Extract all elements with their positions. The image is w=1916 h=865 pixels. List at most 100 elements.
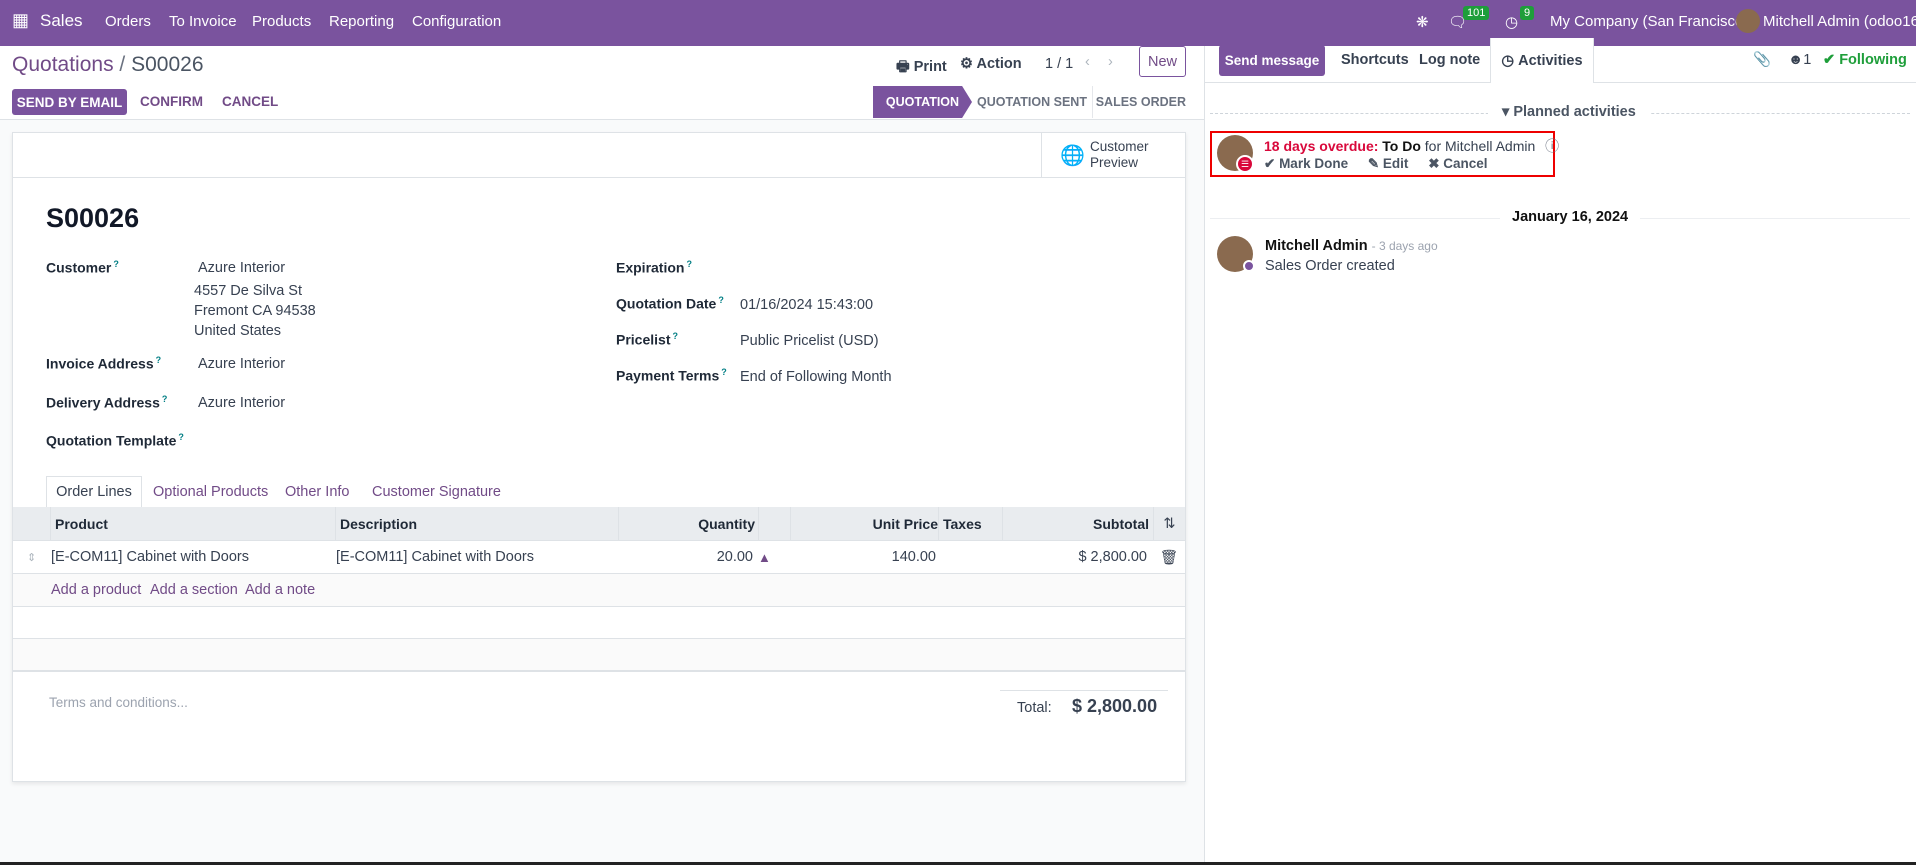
activities-button[interactable]: ◷ Activities [1490,38,1594,83]
attachment-icon[interactable]: 📎 [1753,51,1771,68]
user-menu[interactable]: Mitchell Admin (odoo16) [1763,13,1916,30]
gear-icon: ⚙ [960,56,973,72]
confirm-button[interactable]: CONFIRM [140,94,203,109]
debug-icon[interactable]: ❋ [1416,13,1429,31]
invoice-address-field[interactable]: Azure Interior [198,356,285,372]
add-section-link[interactable]: Add a section [150,574,238,606]
total-label: Total: [1017,700,1052,716]
print-button[interactable]: 🖶 Print [896,56,947,81]
col-description[interactable]: Description [335,507,618,540]
tab-customer-signature[interactable]: Customer Signature [372,484,501,500]
app-name[interactable]: Sales [40,11,83,31]
pager-value[interactable]: 1 / 1 [1045,56,1073,72]
cancel-activity-button[interactable]: ✖ Cancel [1428,156,1487,171]
customer-field[interactable]: Azure Interior [198,260,285,276]
delivery-address-label: Delivery Address? [46,394,168,411]
payment-terms-field[interactable]: End of Following Month [740,369,892,385]
planned-activities-label: Planned activities [1513,104,1636,120]
customer-preview-button[interactable]: 🌐 Customer Preview [1041,133,1187,178]
quotation-template-field[interactable] [198,429,578,451]
total-amount: $ 2,800.00 [1072,696,1158,716]
terms-conditions-input[interactable]: Terms and conditions... [49,695,188,710]
stage-quotation-sent[interactable]: QUOTATION SENT [972,86,1093,118]
menu-configuration[interactable]: Configuration [412,13,501,30]
optional-columns-icon[interactable]: ⇅ [1153,507,1185,540]
forecast-chart-icon[interactable]: ▲ [758,541,771,573]
globe-icon: 🌐 [1060,145,1085,167]
tab-optional-products[interactable]: Optional Products [153,484,268,500]
company-switcher[interactable]: My Company (San Francisco) [1550,13,1748,30]
col-quantity[interactable]: Quantity [618,507,755,540]
message-time: - 3 days ago [1371,239,1438,253]
expiration-label: Expiration? [616,259,692,276]
stage-sales-order[interactable]: SALES ORDER [1093,86,1186,118]
delivery-address-field[interactable]: Azure Interior [198,395,285,411]
order-lines-header: Product Description Quantity Unit Price … [13,507,1185,541]
customer-label: Customer? [46,259,119,276]
pager-next-icon[interactable]: › [1108,54,1113,70]
button-box [13,133,1185,178]
send-message-button[interactable]: Send message [1219,45,1325,76]
clock-icon: ◷ [1501,52,1515,69]
address-line: 4557 De Silva St [194,283,303,299]
cancel-button[interactable]: CANCEL [222,94,278,109]
tab-order-lines[interactable]: Order Lines [46,476,142,508]
online-status-icon [1243,260,1255,272]
followers-button[interactable]: ☻1 [1788,52,1811,68]
quotation-date-field[interactable]: 01/16/2024 15:43:00 [740,297,873,313]
following-button[interactable]: ✔ Following [1823,52,1907,68]
customer-preview-label-2: Preview [1090,155,1139,170]
mark-done-button[interactable]: ✔ Mark Done [1264,156,1348,171]
log-note-button[interactable]: Log note [1419,52,1480,68]
new-button[interactable]: New [1139,46,1186,77]
row-product[interactable]: [E-COM11] Cabinet with Doors [51,541,249,573]
expiration-field[interactable] [740,257,1140,279]
activity-clock-icon[interactable]: ◷ [1505,13,1518,31]
stage-quotation[interactable]: QUOTATION [873,86,972,118]
printer-icon: 🖶 [896,59,910,75]
empty-row [13,607,1185,639]
activities-badge: 9 [1520,6,1535,20]
user-avatar[interactable] [1736,9,1760,33]
col-subtotal[interactable]: Subtotal [1003,507,1149,540]
drag-handle-icon[interactable]: ⇕ [27,541,36,573]
menu-reporting[interactable]: Reporting [329,13,394,30]
followers-count: 1 [1803,52,1812,68]
col-taxes[interactable]: Taxes [938,507,1003,540]
add-product-link[interactable]: Add a product [51,574,141,606]
apps-menu-icon[interactable]: ▦ [12,10,29,31]
payment-terms-label: Payment Terms? [616,367,727,384]
table-row[interactable]: ⇕ [E-COM11] Cabinet with Doors [E-COM11]… [13,541,1185,574]
tab-other-info[interactable]: Other Info [285,484,349,500]
menu-to-invoice[interactable]: To Invoice [169,13,237,30]
todo-icon: ☰ [1236,155,1254,173]
row-subtotal: $ 2,800.00 [1078,549,1147,565]
breadcrumb-quotations[interactable]: Quotations [12,53,114,76]
pager-prev-icon[interactable]: ‹ [1085,54,1090,70]
col-unit-price[interactable]: Unit Price [791,507,938,540]
action-label: Action [976,56,1022,72]
activities-label: Activities [1518,52,1583,69]
activity-item: ☰ 18 days overdue: To Do for Mitchell Ad… [1210,131,1559,177]
message-body: Sales Order created [1265,258,1395,274]
add-note-link[interactable]: Add a note [245,574,315,606]
edit-button[interactable]: ✎ Edit [1368,156,1409,171]
row-description[interactable]: [E-COM11] Cabinet with Doors [336,541,534,573]
planned-activities-toggle[interactable]: ▾ Planned activities [1488,104,1650,120]
send-by-email-button[interactable]: SEND BY EMAIL [12,89,127,115]
menu-orders[interactable]: Orders [105,13,151,30]
shortcuts-button[interactable]: Shortcuts [1341,52,1409,68]
add-line-row: Add a product Add a section Add a note [13,574,1185,607]
info-icon[interactable]: ⓘ [1545,138,1559,154]
row-quantity[interactable]: 20.00 [618,541,753,573]
action-button[interactable]: ⚙ Action [960,56,1022,72]
form-sheet: 🌐 Customer Preview S00026 Customer? Azur… [12,132,1186,782]
pricelist-field[interactable]: Public Pricelist (USD) [740,333,879,349]
delete-row-icon[interactable]: 🗑 [1153,541,1185,573]
row-unit-price[interactable]: 140.00 [791,541,936,573]
col-product[interactable]: Product [50,507,335,540]
menu-products[interactable]: Products [252,13,311,30]
message-author[interactable]: Mitchell Admin [1265,238,1368,254]
overdue-label: 18 days overdue: [1264,138,1379,154]
user-icon: ☻ [1788,52,1804,68]
